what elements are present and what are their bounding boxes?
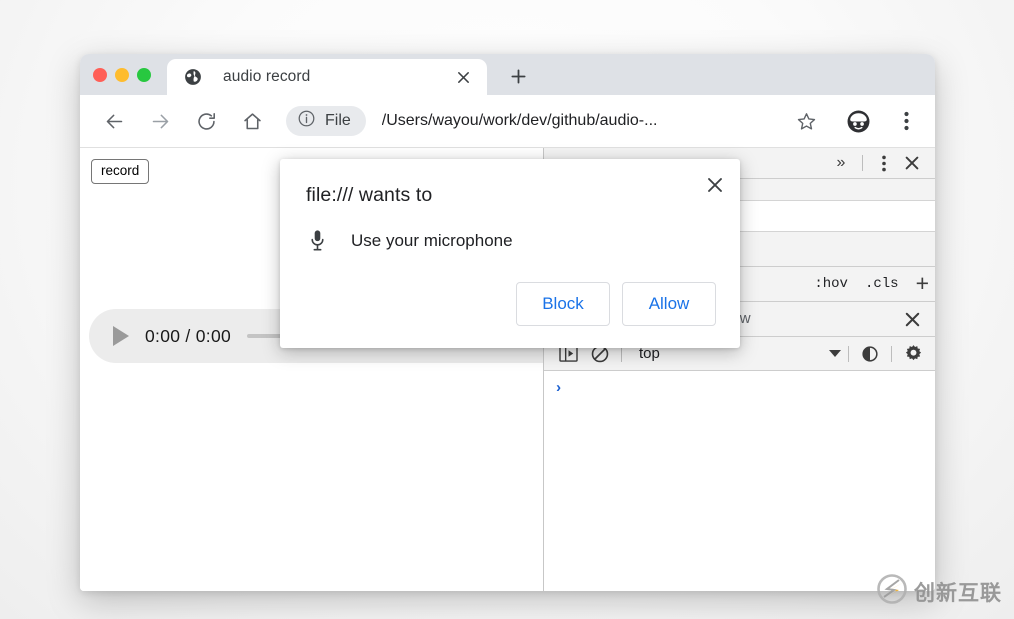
browser-tab-title: audio record	[223, 68, 311, 85]
record-button[interactable]: record	[91, 159, 150, 184]
home-icon[interactable]	[234, 103, 270, 139]
browser-toolbar: File /Users/wayou/work/dev/github/audio-…	[80, 95, 935, 147]
console-toolbar-divider-2	[848, 345, 849, 362]
forward-arrow-icon[interactable]	[142, 103, 178, 139]
console-eye-icon[interactable]	[856, 341, 884, 367]
permission-label: Use your microphone	[351, 230, 513, 250]
cx-logo-icon	[877, 574, 907, 609]
globe-icon	[184, 68, 202, 86]
styles-new-rule-button[interactable]: +	[916, 271, 929, 295]
audio-time-display: 0:00 / 0:00	[145, 325, 232, 346]
console-output-area[interactable]: ›	[544, 371, 935, 591]
three-dot-menu-icon[interactable]	[889, 104, 923, 138]
omnibox-url-text: /Users/wayou/work/dev/github/audio-...	[381, 112, 658, 129]
browser-tab-audio-record[interactable]: audio record	[167, 59, 487, 95]
styles-hov-button[interactable]: :hov	[814, 276, 848, 292]
play-triangle-icon[interactable]	[113, 326, 129, 346]
back-arrow-icon[interactable]	[96, 103, 132, 139]
star-icon[interactable]	[789, 104, 823, 138]
block-button[interactable]: Block	[516, 282, 610, 326]
allow-button[interactable]: Allow	[622, 282, 716, 326]
devtools-more-panels-icon[interactable]: »	[827, 150, 855, 176]
gear-icon[interactable]	[899, 341, 927, 367]
chevron-down-icon[interactable]	[829, 350, 841, 357]
devtools-close-icon[interactable]	[898, 150, 926, 176]
permission-dialog-actions: Block Allow	[516, 282, 716, 326]
window-traffic-lights	[93, 54, 167, 95]
devtools-kebab-icon[interactable]	[870, 150, 898, 176]
permission-dialog: file:/// wants to Use your microphone Bl…	[280, 159, 740, 348]
window-maximize-button[interactable]	[137, 67, 151, 82]
tab-strip: audio record	[80, 54, 935, 95]
info-circle-icon	[297, 109, 316, 133]
console-toolbar-divider-3	[891, 345, 892, 362]
window-close-button[interactable]	[93, 67, 107, 82]
omnibox-file-chip[interactable]: File	[286, 106, 366, 136]
close-icon[interactable]	[450, 64, 476, 90]
styles-cls-button[interactable]: .cls	[865, 276, 899, 292]
watermark-text: 创新互联	[914, 580, 1002, 605]
profile-avatar-icon[interactable]	[841, 104, 875, 138]
watermark: 创新互联	[877, 574, 1002, 609]
window-minimize-button[interactable]	[115, 67, 129, 82]
close-icon[interactable]	[702, 172, 728, 198]
console-prompt-caret: ›	[554, 380, 564, 397]
permission-request-row: Use your microphone	[306, 229, 714, 252]
new-tab-button[interactable]	[501, 59, 535, 93]
drawer-close-icon[interactable]	[897, 305, 927, 333]
permission-dialog-title: file:/// wants to	[306, 184, 433, 206]
devtools-divider	[862, 155, 863, 171]
omnibox[interactable]: File /Users/wayou/work/dev/github/audio-…	[286, 104, 779, 138]
omnibox-scheme-label: File	[325, 112, 351, 129]
reload-icon[interactable]	[188, 103, 224, 139]
microphone-icon	[306, 229, 328, 252]
